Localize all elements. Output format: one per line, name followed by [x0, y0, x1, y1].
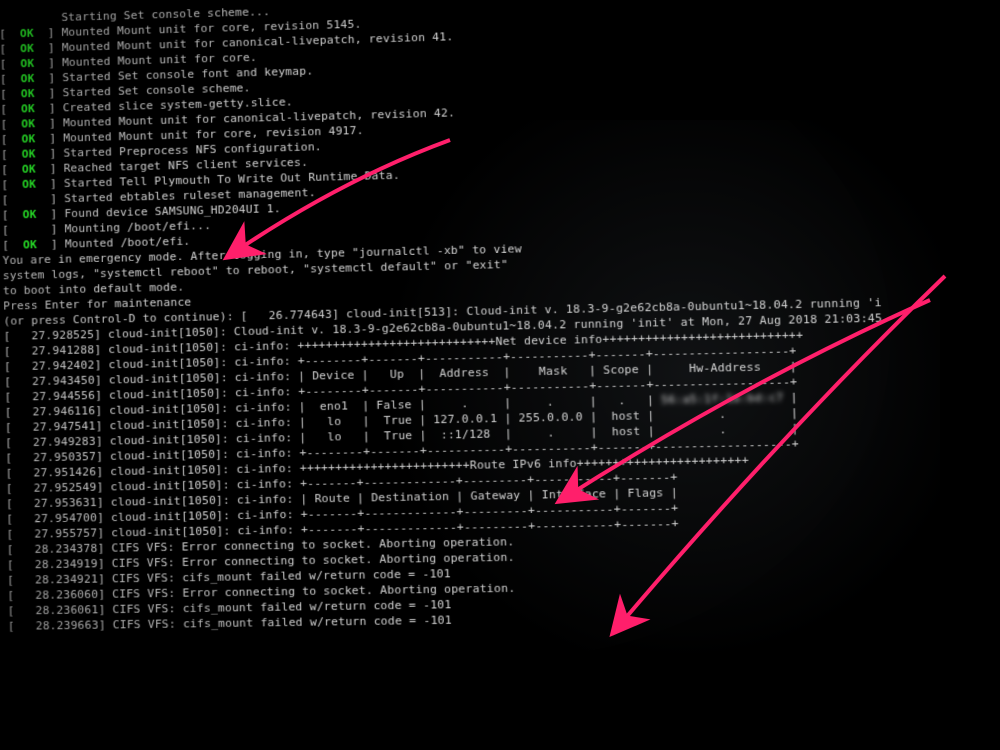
boot-console: Starting Set console scheme...[ OK ] Mou…: [0, 0, 1000, 634]
